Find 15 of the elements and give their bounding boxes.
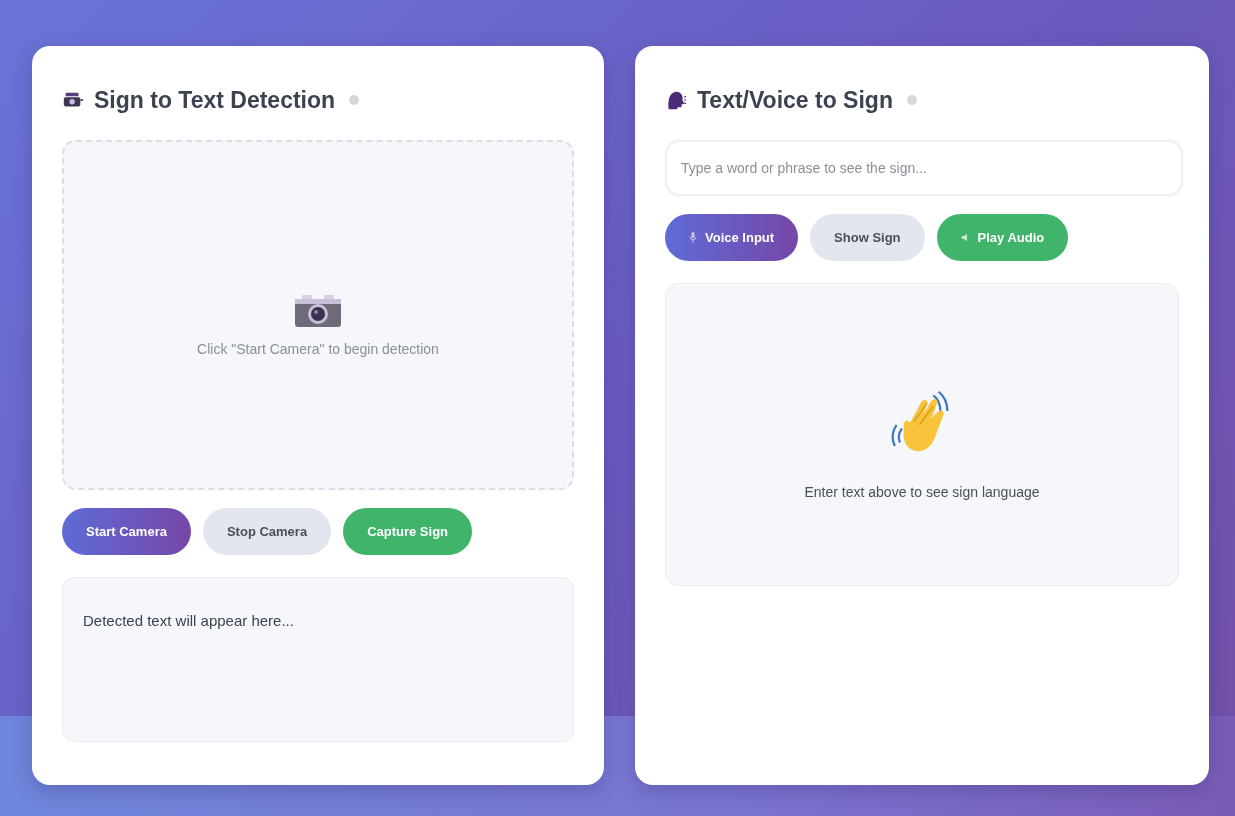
status-dot-icon [906, 95, 917, 105]
detected-text: Detected text will appear here... [83, 612, 295, 629]
text-input-field[interactable]: Type a word or phrase to see the sign... [665, 140, 1183, 196]
microphone-icon [689, 232, 697, 243]
sign-hint: Enter text above to see sign language [804, 483, 1040, 500]
primary-button[interactable]: Voice Input [665, 214, 799, 261]
camera-hint: Click "Start Camera" to begin detection [197, 341, 439, 357]
camera-icon [294, 293, 342, 329]
primary-button[interactable]: Start Camera [62, 508, 191, 555]
panel-title: Sign to Text Detection [94, 86, 336, 114]
secondary-button[interactable]: Stop Camera [202, 508, 332, 555]
speaker-icon [960, 233, 970, 242]
secondary-button[interactable]: Show Sign [810, 214, 925, 261]
status-dot-icon [349, 95, 360, 105]
panel-title: Text/Voice to Sign [697, 86, 893, 114]
